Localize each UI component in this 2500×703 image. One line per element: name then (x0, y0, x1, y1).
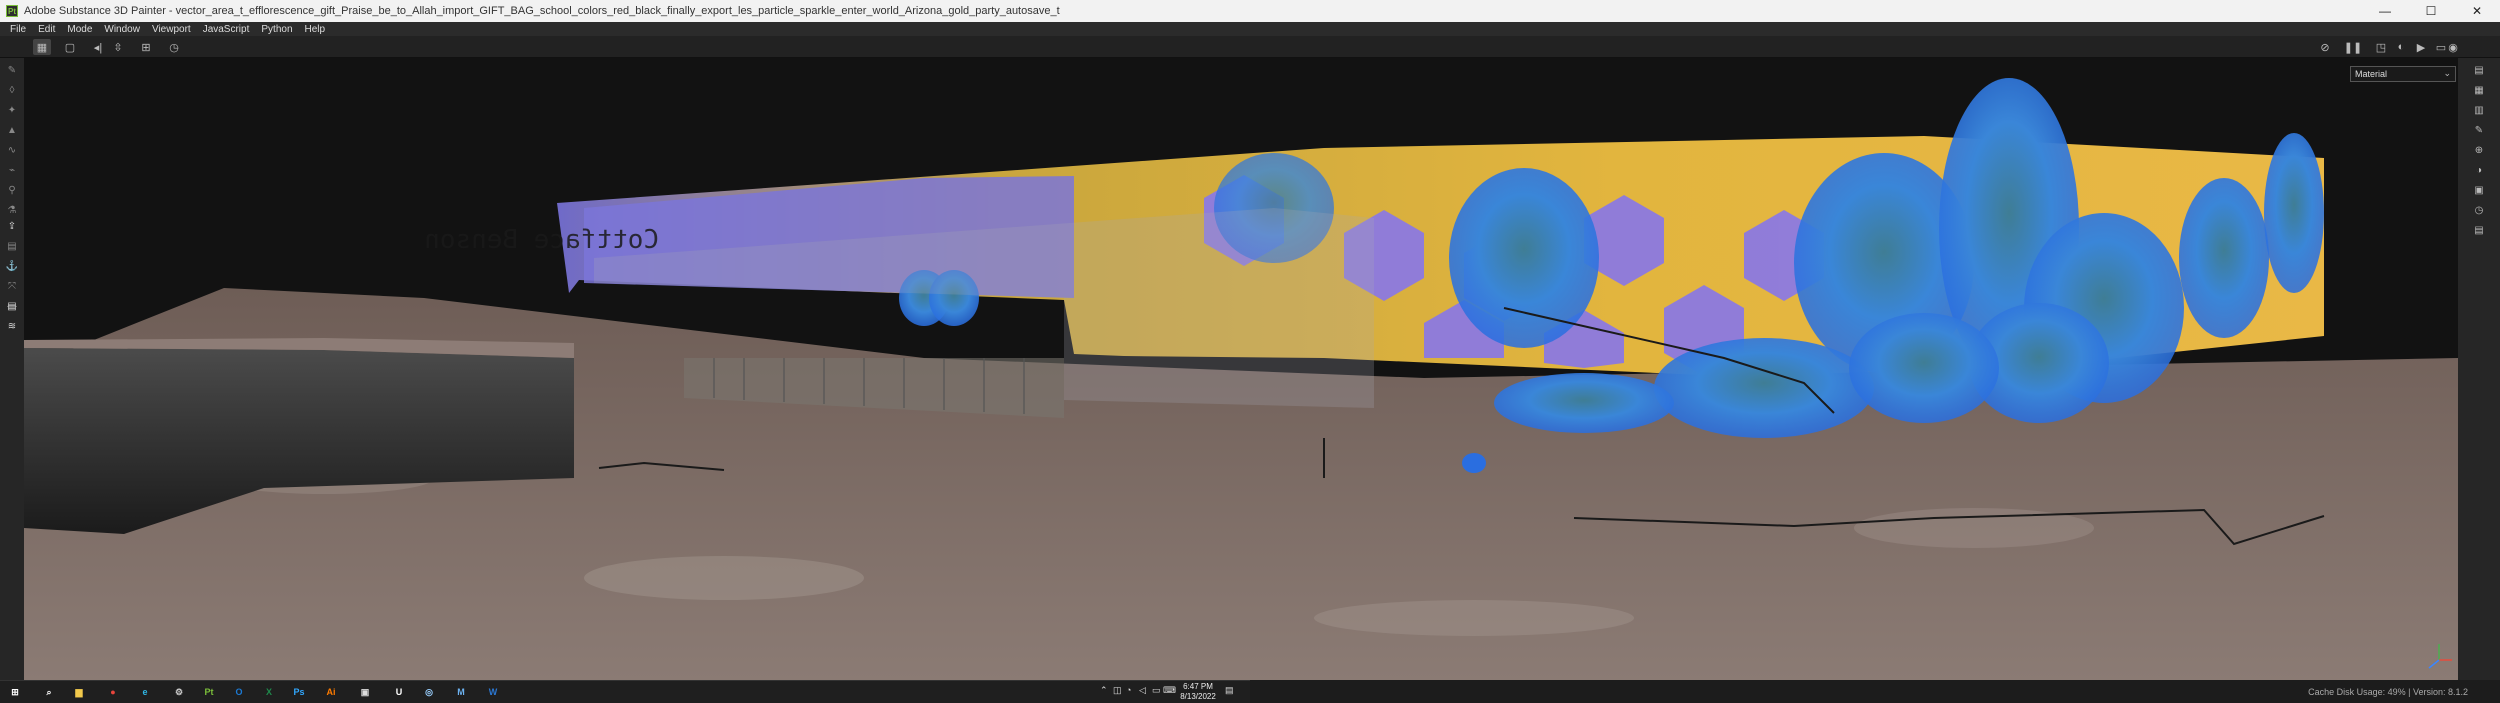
top-toolbar: ▦ ▢ ◂| ⇳ ⊞ ◷ ⊘ ❚❚ ◳ ◐ ▶ ▭ ◉ (0, 36, 2500, 58)
menu-viewport[interactable]: Viewport (148, 24, 199, 35)
status-bar: Cache Disk Usage: 49% | Version: 8.1.2 (1250, 680, 2500, 703)
menu-python[interactable]: Python (257, 24, 300, 35)
substance-painter-icon[interactable]: Pt (200, 684, 218, 700)
photoshop-icon[interactable]: Ps (290, 684, 308, 700)
history-panel-icon[interactable]: ◷ (2471, 202, 2487, 218)
log-icon[interactable]: ▤ (2471, 222, 2487, 238)
stack-icon[interactable]: ≋ (4, 318, 20, 334)
blender-icon[interactable]: ◎ (420, 684, 438, 700)
capture-icon[interactable]: ▣ (356, 684, 374, 700)
title-bar: Pt Adobe Substance 3D Painter - vector_a… (0, 0, 2500, 22)
shelf-icon[interactable]: ▥ (2471, 102, 2487, 118)
chrome-icon[interactable]: ● (104, 684, 122, 700)
settings-icon[interactable]: ⚙ (170, 684, 188, 700)
status-text: Cache Disk Usage: 49% | Version: 8.1.2 (2308, 687, 2468, 697)
illustrator-icon[interactable]: Ai (322, 684, 340, 700)
menu-bar: File Edit Mode Window Viewport JavaScrip… (0, 22, 2500, 36)
pause-icon[interactable]: ❚❚ (2344, 39, 2362, 55)
chevron-down-icon: ⌄ (2443, 68, 2451, 78)
camera-video-icon[interactable]: ▶ (2412, 39, 2430, 55)
export-icon[interactable]: ▣ (2471, 182, 2487, 198)
menu-javascript[interactable]: JavaScript (199, 24, 258, 35)
eraser-icon[interactable]: ◊ (4, 82, 20, 98)
media-icon[interactable]: M (452, 684, 470, 700)
menu-window[interactable]: Window (100, 24, 148, 35)
history-icon[interactable]: ◷ (165, 39, 183, 55)
paint-brush-icon[interactable]: ✎ (4, 62, 20, 78)
projection-icon[interactable]: ✦ (4, 102, 20, 118)
polygon-fill-icon[interactable]: ▲ (4, 122, 20, 138)
wall-text: Cottface Benson (424, 225, 659, 255)
maximize-button[interactable]: ☐ (2408, 0, 2454, 22)
brush-settings-icon[interactable]: ✎ (2471, 122, 2487, 138)
windows-taskbar: ⊞ ⌕ ● e ▆ ⚙ Pt O X Ps Ai ▣ U ◎ M W ⌃ ◫ ◔ ◁ ▭ ⌨ 6:47 PM … (0, 680, 1250, 703)
menu-mode[interactable]: Mode (63, 24, 100, 35)
outlook-icon[interactable]: O (230, 684, 248, 700)
menu-file[interactable]: File (6, 24, 34, 35)
tray-wifi-icon[interactable]: ◔ (1126, 685, 1131, 695)
grid-view-icon[interactable]: ▦ (33, 39, 51, 55)
material-picker-icon[interactable]: ⚗ (4, 202, 20, 218)
sphere-icon[interactable]: ◐ (2392, 39, 2410, 55)
minimize-button[interactable]: — (2362, 0, 2408, 22)
shader-icon[interactable]: ◑ (2471, 162, 2487, 178)
clock-date: 8/13/2022 (1180, 692, 1216, 701)
color-picker-icon[interactable]: ⚲ (4, 182, 20, 198)
bake-icon[interactable]: ⇪ (4, 218, 20, 234)
display-mode-value: Material (2355, 69, 2388, 79)
search-icon[interactable]: ⌕ (40, 684, 58, 700)
add-icon[interactable]: ⊞ (137, 39, 155, 55)
view-icon[interactable]: ◳ (2372, 39, 2390, 55)
symmetry-icon[interactable]: ◂| (89, 39, 107, 55)
clone-icon[interactable]: ⌁ (4, 162, 20, 178)
tray-network-icon[interactable]: ◫ (1113, 685, 1122, 696)
tray-chevron-icon[interactable]: ⌃ (1100, 685, 1108, 696)
edge-icon[interactable]: e (136, 684, 154, 700)
tray-volume-icon[interactable]: ◁ (1139, 685, 1146, 696)
texture-set-icon[interactable]: ▦ (2471, 82, 2487, 98)
menu-help[interactable]: Help (301, 24, 334, 35)
anchor-icon[interactable]: ⚓ (4, 258, 20, 274)
display-settings-icon[interactable]: ⊕ (2471, 142, 2487, 158)
menu-edit[interactable]: Edit (34, 24, 63, 35)
document-icon[interactable]: ▤ (4, 298, 20, 314)
word-icon[interactable]: W (484, 684, 502, 700)
geometry-mask-icon[interactable]: ▤ (4, 238, 20, 254)
excel-icon[interactable]: X (260, 684, 278, 700)
file-explorer-icon[interactable]: ▆ (70, 684, 88, 700)
align-icon[interactable]: ⇳ (109, 39, 127, 55)
hide-icon[interactable]: ⊘ (2316, 39, 2334, 55)
close-button[interactable]: ✕ (2454, 0, 2500, 22)
start-icon[interactable]: ⊞ (6, 684, 24, 700)
notification-icon[interactable]: ▤ (1225, 685, 1234, 696)
camera-icon[interactable]: ◉ (2444, 39, 2462, 55)
tray-battery-icon[interactable]: ▭ (1152, 685, 1161, 696)
system-clock[interactable]: 6:47 PM 8/13/2022 (1175, 682, 1221, 702)
window-title: Adobe Substance 3D Painter - vector_area… (24, 5, 1060, 17)
display-mode-select[interactable]: Material ⌄ (2350, 66, 2456, 82)
unreal-icon[interactable]: U (390, 684, 408, 700)
layout-icon[interactable]: ▢ (61, 39, 79, 55)
layers-icon[interactable]: ▤ (2471, 62, 2487, 78)
smudge-icon[interactable]: ∿ (4, 142, 20, 158)
left-toolbar: ✎ ◊ ✦ ▲ ∿ ⌁ ⚲ ⚗ ⇪ ▤ ⚓ ⤧ — ▤ ≋ (0, 58, 24, 680)
right-toolbar: ▤ ▦ ▥ ✎ ⊕ ◑ ▣ ◷ ▤ (2458, 58, 2500, 680)
transform-icon[interactable]: ⤧ (4, 278, 20, 294)
clock-time: 6:47 PM (1183, 682, 1213, 691)
3d-viewport[interactable]: Cottface Benson (24, 58, 2458, 680)
viewport-scene: Cottface Benson (24, 58, 2458, 680)
substance-painter-logo-icon: Pt (6, 5, 18, 17)
